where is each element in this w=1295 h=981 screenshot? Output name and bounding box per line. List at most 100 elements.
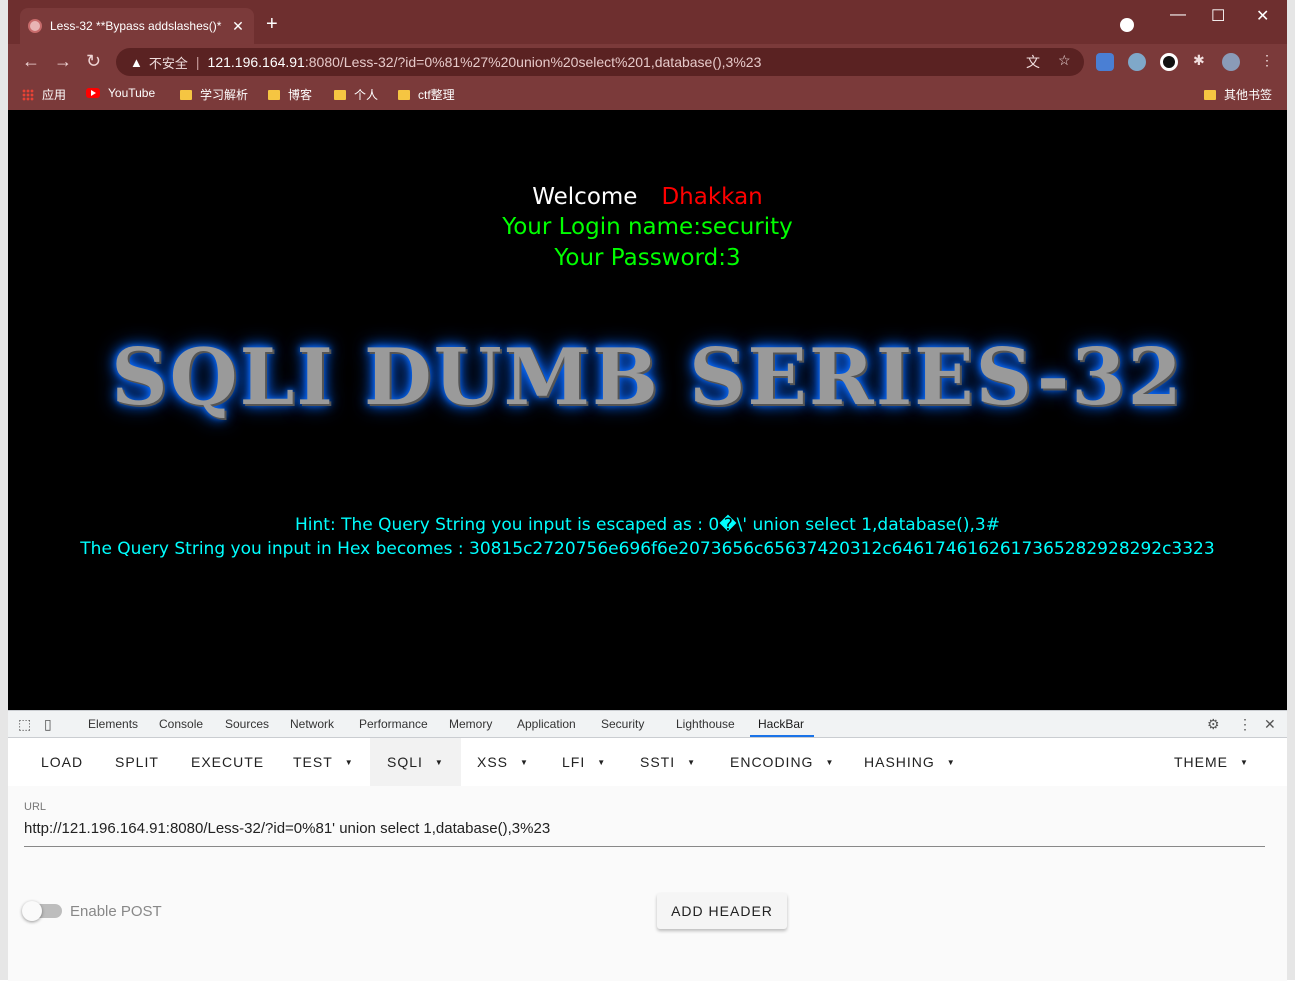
welcome-username: Dhakkan — [661, 184, 763, 210]
button-label: LOAD — [41, 754, 84, 770]
bookmark-folder-ctf[interactable]: ctf整理 — [398, 86, 455, 103]
address-separator: | — [195, 54, 200, 70]
button-label: XSS — [477, 754, 509, 770]
apps-grid-icon — [22, 88, 34, 101]
caret-down-icon: ▼ — [344, 757, 354, 767]
device-toolbar-icon[interactable]: ▯ — [44, 716, 52, 733]
execute-button[interactable]: EXECUTE — [191, 738, 264, 786]
maximize-button[interactable]: ☐ — [1211, 6, 1225, 26]
folder-icon — [268, 89, 280, 100]
button-label: SQLI — [387, 754, 423, 770]
welcome-text: Welcome — [532, 184, 638, 210]
browser-toolbar: ← → ↻ ▲ 不安全 | 121.196.164.91 :8080/Less-… — [8, 44, 1287, 80]
tab-memory[interactable]: Memory — [449, 717, 492, 731]
bookmark-folder-study[interactable]: 学习解析 — [180, 86, 248, 103]
back-arrow-icon[interactable]: ← — [22, 52, 40, 70]
login-name-text: Your Login name:security — [502, 214, 793, 240]
tab-security[interactable]: Security — [601, 717, 644, 731]
close-tab-icon[interactable]: ✕ — [230, 18, 246, 35]
bookmark-folder-blog[interactable]: 博客 — [268, 86, 312, 103]
forward-arrow-icon[interactable]: → — [54, 52, 72, 70]
series-banner: SQLI DUMB SERIES-32 — [111, 332, 1184, 423]
folder-icon — [1204, 89, 1216, 100]
caret-down-icon: ▼ — [597, 757, 607, 767]
tab-title: Less-32 **Bypass addslashes()* — [50, 19, 222, 33]
close-window-button[interactable]: ✕ — [1256, 6, 1269, 26]
bookmark-label: 博客 — [288, 88, 313, 102]
bookmark-folder-other[interactable]: 其他书签 — [1204, 86, 1272, 103]
caret-down-icon: ▼ — [520, 757, 529, 767]
encoding-dropdown[interactable]: ENCODING ▼ — [730, 738, 834, 786]
split-button[interactable]: SPLIT — [115, 738, 159, 786]
url-input-underline — [24, 846, 1265, 847]
bookmark-label: YouTube — [108, 86, 156, 100]
profile-avatar[interactable] — [1222, 53, 1240, 71]
url-input[interactable]: http://121.196.164.91:8080/Less-32/?id=0… — [24, 820, 550, 837]
url-field-label: URL — [24, 801, 47, 813]
test-dropdown[interactable]: TEST ▼ — [293, 738, 354, 786]
inspect-element-icon[interactable]: ⬚ — [18, 716, 31, 733]
tab-performance[interactable]: Performance — [359, 717, 428, 731]
theme-dropdown[interactable]: THEME ▼ — [1174, 738, 1249, 786]
caret-down-icon: ▼ — [1240, 757, 1249, 767]
bookmarks-bar: 应用 YouTube 学习解析 博客 个人 ctf整理 其他书签 — [8, 80, 1287, 110]
tab-application[interactable]: Application — [517, 717, 576, 731]
tab-lighthouse[interactable]: Lighthouse — [676, 717, 735, 731]
caret-down-icon: ▼ — [434, 757, 444, 767]
owl-extension-icon[interactable] — [1128, 53, 1146, 71]
hashing-dropdown[interactable]: HASHING ▼ — [864, 738, 956, 786]
bookmark-label: 其他书签 — [1224, 88, 1273, 102]
tab-console[interactable]: Console — [159, 717, 203, 731]
bookmark-star-icon[interactable]: ☆ — [1058, 52, 1071, 69]
translate-icon[interactable]: 文 — [1026, 52, 1040, 72]
tab-elements[interactable]: Elements — [88, 717, 138, 731]
bookmark-label: ctf整理 — [418, 88, 455, 102]
bookmark-folder-personal[interactable]: 个人 — [334, 86, 378, 103]
devtools-tab-strip: ⬚ ▯ Elements Console Sources Network Per… — [8, 711, 1287, 738]
puzzle-extensions-icon[interactable]: ✱ — [1193, 52, 1205, 69]
button-label: LFI — [562, 754, 586, 770]
load-button[interactable]: LOAD — [41, 738, 83, 786]
button-label: TEST — [293, 754, 333, 770]
browser-tab[interactable]: Less-32 **Bypass addslashes()* ✕ — [20, 8, 254, 44]
hackbar-body: URL http://121.196.164.91:8080/Less-32/?… — [8, 786, 1287, 981]
settings-gear-icon[interactable]: ⚙ — [1207, 716, 1220, 733]
enable-post-toggle[interactable] — [22, 901, 62, 921]
ssti-dropdown[interactable]: SSTI ▼ — [640, 738, 696, 786]
bookmark-label: 应用 — [42, 88, 67, 102]
lfi-dropdown[interactable]: LFI ▼ — [562, 738, 606, 786]
folder-icon — [180, 89, 192, 100]
tab-hackbar[interactable]: HackBar — [758, 717, 804, 731]
button-label: SSTI — [640, 754, 676, 770]
more-options-icon[interactable]: ⋮ — [1238, 716, 1252, 733]
folder-icon — [334, 89, 346, 100]
translate-extension-icon[interactable] — [1096, 53, 1114, 71]
xss-dropdown[interactable]: XSS ▼ — [477, 738, 529, 786]
button-label: HASHING — [864, 754, 935, 770]
button-label: EXECUTE — [191, 754, 265, 770]
add-header-button[interactable]: ADD HEADER — [657, 893, 787, 929]
minimize-button[interactable]: — — [1170, 6, 1186, 24]
url-path: :8080/Less-32/?id=0%81%27%20union%20sele… — [304, 54, 762, 70]
sqli-dropdown[interactable]: SQLI ▼ — [370, 738, 461, 786]
new-tab-button[interactable]: + — [266, 14, 278, 34]
background-window-edge-right — [1287, 0, 1295, 980]
folder-icon — [398, 89, 410, 100]
tab-search-icon[interactable] — [1120, 18, 1134, 32]
youtube-icon — [86, 88, 100, 98]
menu-kebab-icon[interactable]: ⋮ — [1260, 52, 1274, 69]
tab-network[interactable]: Network — [290, 717, 334, 731]
button-label: ENCODING — [730, 754, 814, 770]
password-text: Your Password:3 — [554, 245, 741, 271]
warning-icon: ▲ — [130, 54, 143, 70]
address-bar[interactable]: ▲ 不安全 | 121.196.164.91 :8080/Less-32/?id… — [116, 48, 1084, 76]
bookmark-youtube[interactable]: YouTube — [86, 86, 155, 100]
circle-extension-icon[interactable] — [1160, 53, 1178, 71]
caret-down-icon: ▼ — [825, 757, 835, 767]
button-label: THEME — [1174, 754, 1228, 770]
bookmark-apps[interactable]: 应用 — [22, 86, 66, 103]
enable-post-label: Enable POST — [70, 903, 162, 920]
tab-sources[interactable]: Sources — [225, 717, 269, 731]
reload-icon[interactable]: ↻ — [86, 52, 101, 70]
close-devtools-icon[interactable]: ✕ — [1264, 716, 1276, 733]
